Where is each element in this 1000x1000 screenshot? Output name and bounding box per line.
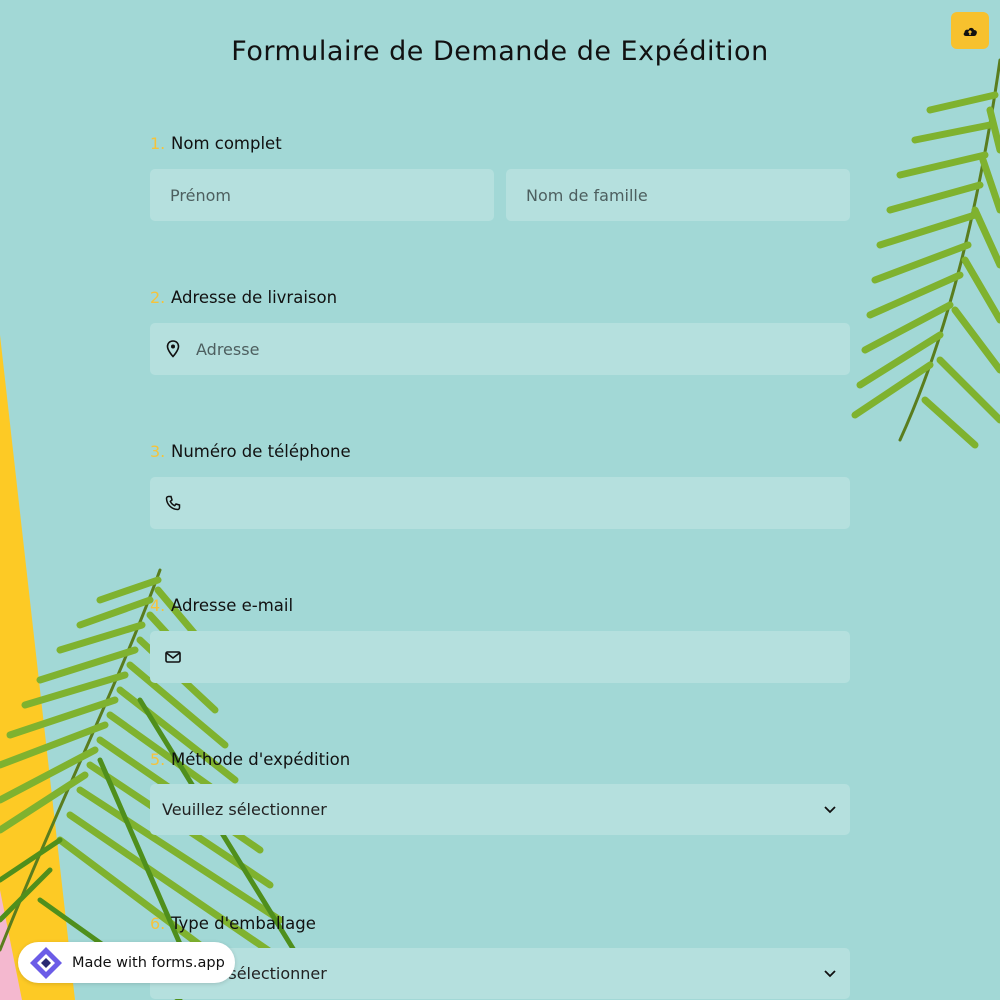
- page-title: Formulaire de Demande de Expédition: [231, 36, 769, 67]
- question-text: Numéro de téléphone: [171, 442, 351, 461]
- cloud-upload-icon: [963, 27, 977, 36]
- question-label: 4. Adresse e-mail: [150, 596, 293, 618]
- chevron-down-icon: [824, 805, 836, 813]
- question-label: 2. Adresse de livraison: [150, 288, 337, 310]
- question-number: 3.: [150, 442, 166, 461]
- question-number: 6.: [150, 914, 166, 933]
- shipping-method-select[interactable]: Veuillez sélectionner: [150, 784, 850, 835]
- first-name-input[interactable]: [170, 169, 494, 221]
- select-value: Veuillez sélectionner: [162, 800, 327, 819]
- question-text: Méthode d'expédition: [171, 750, 351, 769]
- question-label: 6. Type d'emballage: [150, 914, 316, 936]
- last-name-input[interactable]: [526, 169, 850, 221]
- first-name-field[interactable]: [150, 169, 494, 221]
- question-text: Adresse e-mail: [171, 596, 294, 615]
- map-pin-icon: [150, 340, 196, 358]
- chevron-down-icon: [824, 969, 836, 977]
- question-text: Nom complet: [171, 134, 282, 153]
- forms-app-logo-icon: [26, 943, 66, 983]
- upload-button[interactable]: [951, 12, 989, 49]
- question-number: 4.: [150, 596, 166, 615]
- envelope-icon: [150, 651, 196, 663]
- badge-text: Made with forms.app: [72, 954, 225, 971]
- question-number: 2.: [150, 288, 166, 307]
- made-with-badge[interactable]: Made with forms.app: [18, 942, 235, 983]
- question-label: 5. Méthode d'expédition: [150, 750, 350, 772]
- question-number: 5.: [150, 750, 166, 769]
- palm-leaf-top-right: [851, 58, 1000, 449]
- question-text: Adresse de livraison: [171, 288, 338, 307]
- question-number: 1.: [150, 134, 166, 153]
- packaging-type-select[interactable]: Veuillez sélectionner: [150, 948, 850, 999]
- address-input[interactable]: [196, 323, 850, 375]
- question-label: 3. Numéro de téléphone: [150, 442, 351, 464]
- phone-input[interactable]: [196, 477, 850, 529]
- phone-field[interactable]: [150, 477, 850, 529]
- email-field[interactable]: [150, 631, 850, 683]
- email-input[interactable]: [196, 631, 850, 683]
- last-name-field[interactable]: [506, 169, 850, 221]
- question-text: Type d'emballage: [171, 914, 316, 933]
- phone-icon: [150, 495, 196, 511]
- address-field[interactable]: [150, 323, 850, 375]
- question-label: 1. Nom complet: [150, 134, 282, 156]
